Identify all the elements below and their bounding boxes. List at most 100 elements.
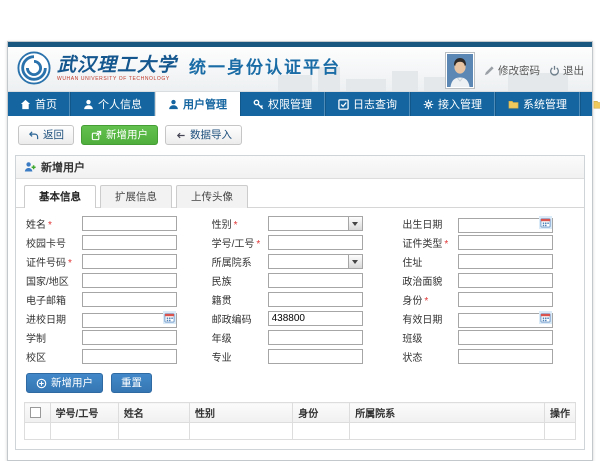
id-type-field: 证件类型* [402, 235, 574, 250]
country-input[interactable] [82, 273, 177, 288]
political-status-input[interactable] [458, 273, 553, 288]
email-input[interactable] [82, 292, 177, 307]
select-all-checkbox[interactable] [30, 407, 41, 418]
folder-icon [593, 99, 600, 110]
col-gender: 性别 [189, 403, 292, 423]
study-length-field: 学制 [26, 330, 198, 345]
grade-input[interactable] [268, 330, 363, 345]
field-label: 籍贯 [212, 292, 268, 307]
field-label: 学号/工号* [212, 235, 268, 250]
logout-link[interactable]: 退出 [549, 63, 584, 78]
address-input[interactable] [458, 254, 553, 269]
back-button[interactable]: 返回 [18, 125, 74, 145]
student-id-input[interactable] [268, 235, 363, 250]
change-password-label: 修改密码 [498, 63, 540, 78]
identity-input[interactable] [458, 292, 553, 307]
native-place-input[interactable] [268, 292, 363, 307]
reset-button-label: 重置 [121, 377, 142, 389]
field-label: 国家/地区 [26, 273, 82, 288]
form-actions: 新增用户 重置 [16, 368, 584, 402]
reset-button[interactable]: 重置 [111, 373, 152, 393]
nav-label: 首页 [35, 96, 57, 112]
nav-item-access-management[interactable]: 接入管理 [410, 92, 495, 116]
id-type-input[interactable] [458, 235, 553, 250]
col-identity: 身份 [293, 403, 350, 423]
submit-add-user-button[interactable]: 新增用户 [26, 373, 103, 393]
tab-basic-info[interactable]: 基本信息 [24, 185, 96, 208]
email-field: 电子邮箱 [26, 292, 198, 307]
panel-header: 新增用户 [16, 156, 584, 179]
col-department: 所属院系 [350, 403, 545, 423]
nav-item-system-management[interactable]: 系统管理 [495, 92, 580, 116]
data-import-button[interactable]: 数据导入 [165, 125, 242, 145]
field-label: 学制 [26, 330, 82, 345]
field-label: 证件类型* [402, 235, 458, 250]
nav-label: 接入管理 [438, 96, 482, 112]
student-id-field: 学号/工号* [212, 235, 389, 250]
key-icon [253, 99, 264, 110]
field-label: 进校日期 [26, 311, 82, 326]
home-icon [20, 99, 31, 110]
status-input[interactable] [458, 349, 553, 364]
chevron-down-icon[interactable] [348, 217, 362, 230]
nav-item-permission-management[interactable]: 权限管理 [240, 92, 325, 116]
field-label: 年级 [212, 330, 268, 345]
country-field: 国家/地区 [26, 273, 198, 288]
tab-upload-avatar[interactable]: 上传头像 [176, 185, 248, 208]
calendar-icon[interactable] [539, 216, 552, 229]
university-name: 武汉理工大学 [57, 55, 177, 76]
gender-select[interactable] [268, 216, 363, 231]
select-all-cell [25, 403, 51, 423]
back-button-label: 返回 [43, 129, 64, 141]
university-name-block: 武汉理工大学 WUHAN UNIVERSITY OF TECHNOLOGY [57, 55, 177, 82]
tab-extended-info[interactable]: 扩展信息 [100, 185, 172, 208]
campus-field: 校区 [26, 349, 198, 364]
campus-card-input[interactable] [82, 235, 177, 250]
skyline-decoration [392, 71, 418, 91]
nav-label: 系统管理 [523, 96, 567, 112]
nav-item-user-management[interactable]: 用户管理 [155, 92, 240, 116]
political-status-field: 政治面貌 [402, 273, 574, 288]
toolbar: 返回 新增用户 数据导入 [18, 125, 585, 145]
name-input[interactable] [82, 216, 177, 231]
address-field: 住址 [402, 254, 574, 269]
nav-item-subscription-management[interactable]: 订阅管理 [580, 92, 600, 116]
study-length-input[interactable] [82, 330, 177, 345]
class-field: 班级 [402, 330, 574, 345]
major-input[interactable] [268, 349, 363, 364]
field-label: 民族 [212, 273, 268, 288]
calendar-icon[interactable] [539, 311, 552, 324]
new-user-icon [91, 130, 102, 141]
log-check-icon [338, 99, 349, 110]
pencil-icon [484, 65, 495, 76]
grade-field: 年级 [212, 330, 389, 345]
change-password-link[interactable]: 修改密码 [484, 63, 540, 78]
department-select[interactable] [268, 254, 363, 269]
id-number-input[interactable] [82, 254, 177, 269]
campus-card-field: 校园卡号 [26, 235, 198, 250]
ethnicity-field: 民族 [212, 273, 389, 288]
postal-code-input[interactable] [268, 311, 363, 326]
ethnicity-input[interactable] [268, 273, 363, 288]
basic-info-form: 姓名* 性别* 出生日期 校园卡号 学号/工号* [16, 208, 584, 368]
nav-item-home[interactable]: 首页 [8, 92, 70, 116]
platform-title: 统一身份认证平台 [189, 53, 341, 84]
nav-item-log-query[interactable]: 日志查询 [325, 92, 410, 116]
user-box: 修改密码 退出 [445, 52, 584, 89]
field-label: 出生日期 [402, 216, 458, 231]
campus-input[interactable] [82, 349, 177, 364]
field-label: 电子邮箱 [26, 292, 82, 307]
required-marker: * [48, 220, 52, 231]
add-user-toolbar-button[interactable]: 新增用户 [81, 125, 158, 145]
nav-item-personal-info[interactable]: 个人信息 [70, 92, 155, 116]
field-label: 校区 [26, 349, 82, 364]
field-label: 住址 [402, 254, 458, 269]
class-input[interactable] [458, 330, 553, 345]
id-number-field: 证件号码* [26, 254, 198, 269]
field-label: 政治面貌 [402, 273, 458, 288]
calendar-icon[interactable] [163, 311, 176, 324]
chevron-down-icon[interactable] [348, 255, 362, 268]
field-label: 姓名* [26, 216, 82, 231]
required-marker: * [424, 296, 428, 307]
add-user-toolbar-label: 新增用户 [106, 129, 148, 141]
